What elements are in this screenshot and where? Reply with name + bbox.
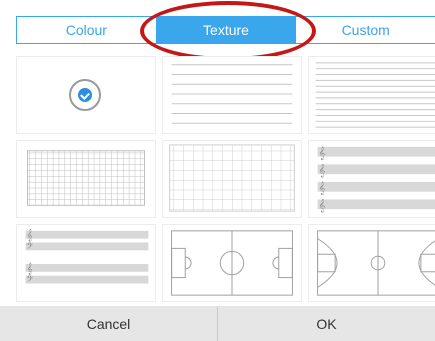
texture-tile-wide-lines[interactable] (162, 56, 302, 134)
svg-text:𝄞: 𝄞 (319, 146, 326, 160)
narrow-lines-pattern (315, 62, 435, 128)
small-grid-pattern (27, 150, 145, 206)
grand-staff-pattern: 𝄞𝄢 𝄞𝄢 (25, 229, 149, 286)
check-circle-icon (69, 79, 101, 111)
svg-text:𝄢: 𝄢 (27, 273, 34, 286)
treble-staff-pattern: 𝄞 𝄞 𝄞 𝄞 (317, 146, 435, 212)
texture-tile-large-grid[interactable] (162, 140, 302, 218)
dialog-footer: Cancel OK (0, 306, 435, 341)
large-grid-pattern (169, 144, 295, 212)
texture-tile-plain[interactable] (16, 56, 156, 134)
texture-tab-bar: Colour Texture Custom (16, 16, 435, 44)
soccer-field-pattern (171, 230, 293, 296)
basketball-court-pattern (317, 230, 435, 296)
wide-lines-pattern (171, 64, 293, 124)
texture-tile-narrow-lines[interactable] (308, 56, 435, 134)
texture-tile-grand-staff[interactable]: 𝄞 𝄢 𝄞 𝄢 (16, 224, 156, 302)
svg-text:𝄞: 𝄞 (319, 163, 326, 177)
texture-tile-soccer-field[interactable] (162, 224, 302, 302)
tab-custom[interactable]: Custom (296, 16, 435, 44)
tab-texture[interactable]: Texture (156, 16, 297, 44)
tab-colour[interactable]: Colour (16, 16, 157, 44)
texture-tile-treble-staff[interactable]: 𝄞 𝄞 𝄞 𝄞 (308, 140, 435, 218)
texture-tile-small-grid[interactable] (16, 140, 156, 218)
svg-text:𝄢: 𝄢 (27, 240, 34, 253)
cancel-button[interactable]: Cancel (0, 306, 217, 341)
svg-text:𝄞: 𝄞 (319, 181, 326, 195)
texture-grid: 𝄞 𝄞 𝄞 𝄞 𝄞 𝄢 𝄞 𝄢 (16, 56, 435, 328)
svg-text:𝄞: 𝄞 (319, 198, 326, 212)
ok-button[interactable]: OK (218, 306, 435, 341)
texture-tile-basketball-court[interactable] (308, 224, 435, 302)
